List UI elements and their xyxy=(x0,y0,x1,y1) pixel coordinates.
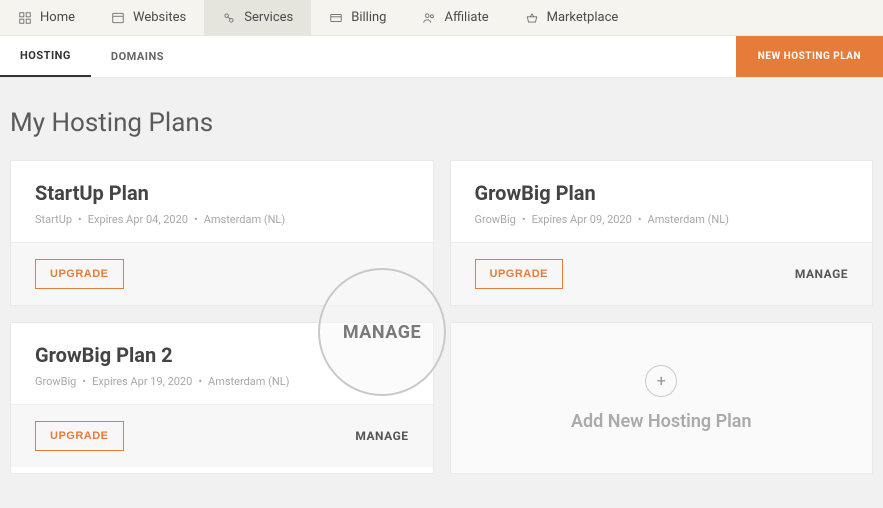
services-icon xyxy=(222,11,236,25)
nav-home[interactable]: Home xyxy=(0,0,93,35)
plan-location: Amsterdam (NL) xyxy=(648,213,730,226)
nav-marketplace[interactable]: Marketplace xyxy=(507,0,637,35)
tab-hosting[interactable]: HOSTING xyxy=(0,36,91,77)
plan-card: StartUp Plan StartUp•Expires Apr 04, 202… xyxy=(10,160,434,306)
plan-location: Amsterdam (NL) xyxy=(204,213,286,226)
plan-meta: GrowBig•Expires Apr 19, 2020•Amsterdam (… xyxy=(35,375,409,388)
nav-billing[interactable]: Billing xyxy=(311,0,404,35)
upgrade-button[interactable]: UPGRADE xyxy=(35,421,124,451)
sub-nav: HOSTING DOMAINS NEW HOSTING PLAN xyxy=(0,36,883,78)
nav-label: Affiliate xyxy=(444,10,488,25)
plan-meta: GrowBig•Expires Apr 09, 2020•Amsterdam (… xyxy=(475,213,849,226)
plus-icon: + xyxy=(645,365,677,397)
plan-tier: GrowBig xyxy=(35,375,76,388)
nav-label: Services xyxy=(244,10,293,25)
plan-card: GrowBig Plan 2 GrowBig•Expires Apr 19, 2… xyxy=(10,322,434,474)
browser-icon xyxy=(111,11,125,25)
plan-title: StartUp Plan xyxy=(35,181,409,205)
tab-domains[interactable]: DOMAINS xyxy=(91,36,184,77)
plan-title: GrowBig Plan 2 xyxy=(35,343,409,367)
top-nav: Home Websites Services Billing Affiliate… xyxy=(0,0,883,36)
add-plan-label: Add New Hosting Plan xyxy=(571,411,752,432)
plan-expires: Expires Apr 19, 2020 xyxy=(92,375,192,388)
page-title: My Hosting Plans xyxy=(10,108,873,138)
manage-link[interactable]: MANAGE xyxy=(795,267,848,281)
nav-label: Marketplace xyxy=(547,10,619,25)
basket-icon xyxy=(525,11,539,25)
nav-label: Home xyxy=(40,10,75,25)
plan-card: GrowBig Plan GrowBig•Expires Apr 09, 202… xyxy=(450,160,874,306)
new-hosting-plan-button[interactable]: NEW HOSTING PLAN xyxy=(736,36,883,77)
plan-expires: Expires Apr 04, 2020 xyxy=(88,213,188,226)
users-icon xyxy=(422,11,436,25)
add-plan-card[interactable]: + Add New Hosting Plan xyxy=(450,322,874,474)
plan-location: Amsterdam (NL) xyxy=(208,375,290,388)
nav-services[interactable]: Services xyxy=(204,0,311,35)
upgrade-button[interactable]: UPGRADE xyxy=(475,259,564,289)
plan-title: GrowBig Plan xyxy=(475,181,849,205)
grid-icon xyxy=(18,11,32,25)
nav-websites[interactable]: Websites xyxy=(93,0,204,35)
plan-meta: StartUp•Expires Apr 04, 2020•Amsterdam (… xyxy=(35,213,409,226)
plan-tier: StartUp xyxy=(35,213,72,226)
cards-grid: StartUp Plan StartUp•Expires Apr 04, 202… xyxy=(10,160,873,474)
nav-label: Websites xyxy=(133,10,186,25)
upgrade-button[interactable]: UPGRADE xyxy=(35,259,124,289)
nav-affiliate[interactable]: Affiliate xyxy=(404,0,506,35)
nav-label: Billing xyxy=(351,10,386,25)
plan-tier: GrowBig xyxy=(475,213,516,226)
manage-link[interactable]: MANAGE xyxy=(355,429,408,443)
plan-expires: Expires Apr 09, 2020 xyxy=(532,213,632,226)
page-content: My Hosting Plans StartUp Plan StartUp•Ex… xyxy=(0,78,883,474)
card-icon xyxy=(329,11,343,25)
